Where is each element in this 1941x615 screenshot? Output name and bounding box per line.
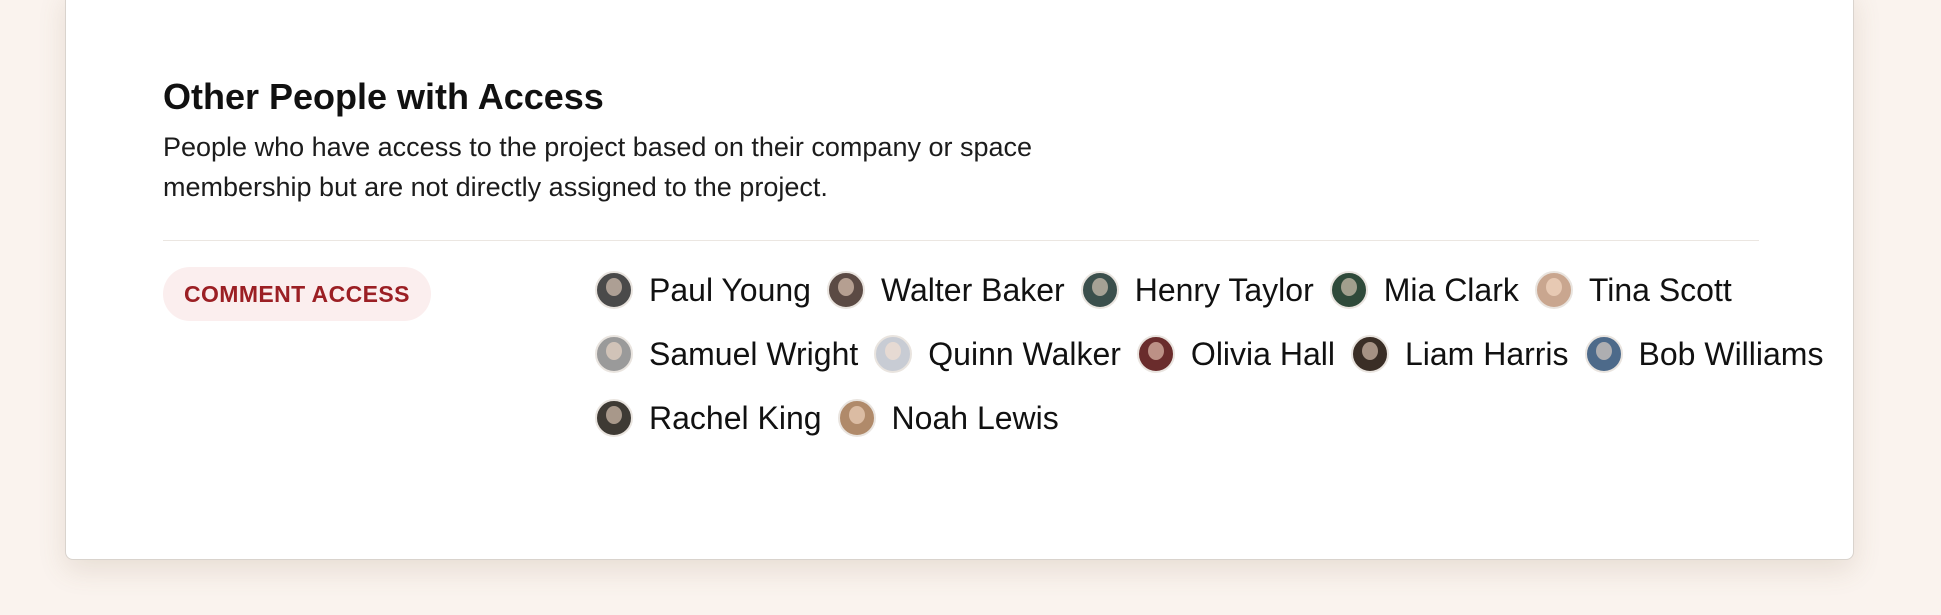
- person-name: Quinn Walker: [928, 336, 1121, 372]
- person-item[interactable]: Rachel King: [595, 396, 822, 440]
- person-item[interactable]: Walter Baker: [826, 268, 1065, 312]
- avatar: [1584, 335, 1623, 373]
- person-name: Tina Scott: [1588, 272, 1732, 308]
- person-name: Noah Lewis: [891, 400, 1059, 436]
- person-name: Bob Williams: [1638, 336, 1824, 372]
- person-name: Liam Harris: [1404, 336, 1569, 372]
- access-card: Other People with Access People who have…: [65, 0, 1854, 560]
- person-name: Henry Taylor: [1134, 272, 1314, 308]
- section-title: Other People with Access: [163, 76, 604, 117]
- avatar: [837, 399, 876, 437]
- person-name: Rachel King: [649, 400, 822, 436]
- person-name: Samuel Wright: [649, 336, 859, 372]
- avatar: [1329, 271, 1368, 309]
- people-list: Paul Young Walter Baker Henry Taylor Mia Cl…: [595, 268, 1825, 440]
- person-item[interactable]: Tina Scott: [1534, 268, 1732, 312]
- avatar: [1136, 335, 1175, 373]
- person-name: Paul Young: [649, 272, 811, 308]
- person-item[interactable]: Noah Lewis: [837, 396, 1059, 440]
- section-description: People who have access to the project ba…: [163, 132, 1033, 202]
- person-name: Olivia Hall: [1190, 336, 1335, 372]
- person-item[interactable]: Paul Young: [595, 268, 811, 312]
- avatar: [1534, 271, 1573, 309]
- person-item[interactable]: Quinn Walker: [874, 332, 1121, 376]
- person-name: Walter Baker: [880, 272, 1065, 308]
- person-item[interactable]: Samuel Wright: [595, 332, 858, 376]
- person-item[interactable]: Mia Clark: [1329, 268, 1519, 312]
- person-item[interactable]: Liam Harris: [1350, 332, 1569, 376]
- avatar: [1080, 271, 1119, 309]
- person-item[interactable]: Olivia Hall: [1136, 332, 1335, 376]
- avatar: [874, 335, 913, 373]
- avatar: [595, 335, 633, 373]
- person-item[interactable]: Henry Taylor: [1080, 268, 1314, 312]
- avatar: [595, 271, 633, 309]
- avatar: [826, 271, 865, 309]
- other-access-section: Other People with Access People who have…: [163, 75, 1759, 207]
- person-item[interactable]: Bob Williams: [1584, 332, 1824, 376]
- avatar: [595, 399, 633, 437]
- section-divider: [163, 240, 1759, 241]
- comment-access-badge: COMMENT ACCESS: [163, 267, 431, 321]
- avatar: [1350, 335, 1389, 373]
- person-name: Mia Clark: [1383, 272, 1519, 308]
